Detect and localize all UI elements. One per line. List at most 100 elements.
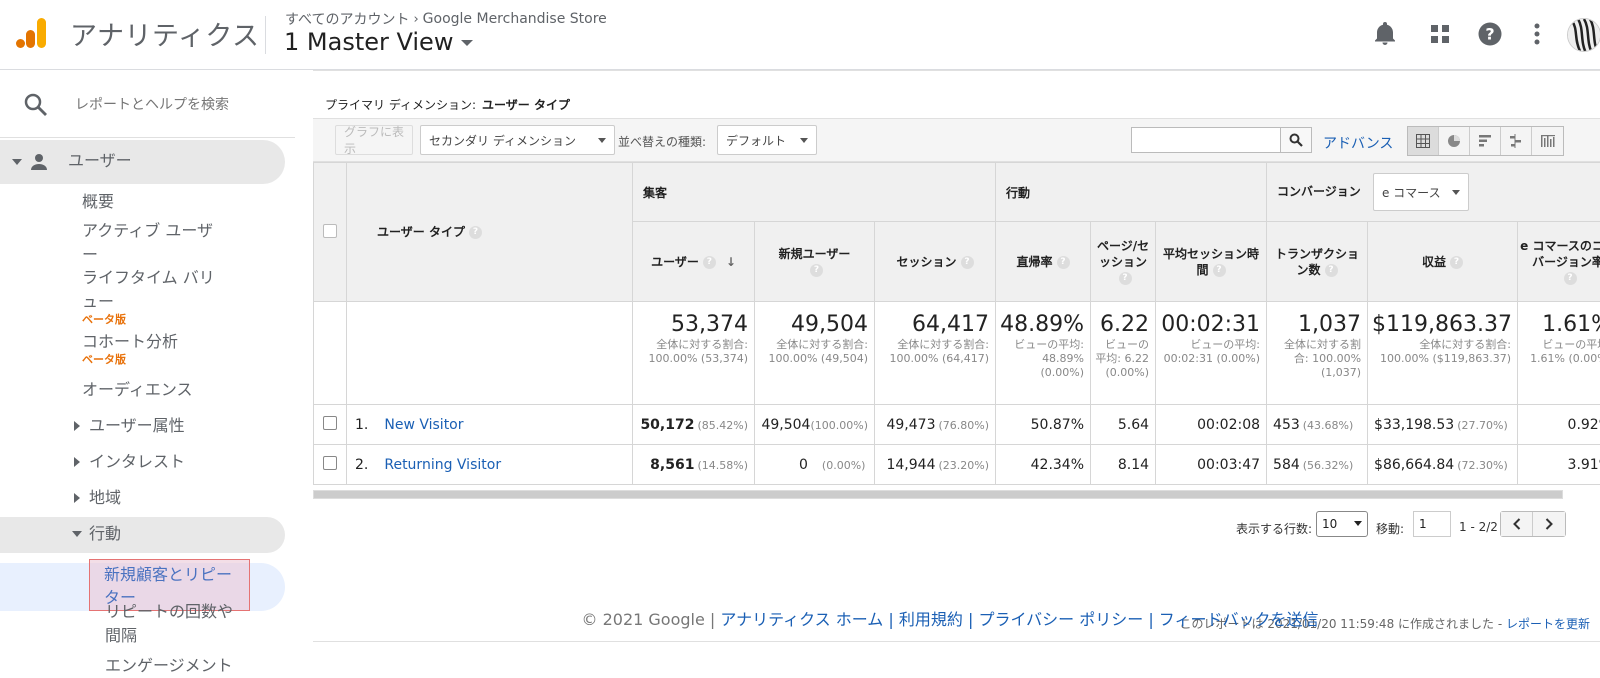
sidebar-item-frequency[interactable]: リピートの回数や間隔	[105, 600, 240, 648]
goto-label: 移動:	[1376, 520, 1404, 537]
total-sub: ビューの平均: 48.89% (0.00%)	[1000, 338, 1084, 380]
dimension-header-label: ユーザー タイプ	[377, 225, 465, 239]
total-users: 53,374全体に対する割合: 100.00% (53,374)	[633, 302, 755, 405]
page-range: 1 - 2/2	[1459, 520, 1498, 534]
help-icon[interactable]: ?	[1213, 264, 1226, 277]
sidebar-item-overview[interactable]: 概要	[82, 190, 222, 214]
sidebar-item-engagement[interactable]: エンゲージメント	[105, 654, 285, 678]
row-dimension-link[interactable]: New Visitor	[384, 417, 463, 433]
primary-dimension-value[interactable]: ユーザー タイプ	[482, 98, 570, 112]
total-value: $119,863.37	[1372, 312, 1511, 338]
footer-link-home[interactable]: アナリティクス ホーム	[720, 610, 883, 629]
svg-text:?: ?	[1485, 25, 1494, 44]
col-avg-session-duration[interactable]: 平均セッション時間?	[1156, 222, 1267, 302]
beta-badge: ベータ版	[82, 314, 217, 326]
plot-rows-button[interactable]: グラフに表示	[335, 125, 413, 155]
chevron-down-icon	[1354, 521, 1362, 526]
col-ecommerce-conversion-rate[interactable]: e コマースのコンバージョン率?	[1518, 222, 1600, 302]
breadcrumb[interactable]: すべてのアカウント › Google Merchandise Store	[285, 9, 607, 29]
triangle-down-icon	[72, 531, 82, 537]
help-icon[interactable]: ?	[810, 264, 823, 277]
col-transactions[interactable]: トランザクション数?	[1267, 222, 1368, 302]
term-cloud-icon[interactable]	[1532, 127, 1563, 155]
cell-pct: (43.68%)	[1303, 419, 1354, 432]
help-icon[interactable]: ?	[469, 226, 482, 239]
col-new-users[interactable]: 新規ユーザー?	[755, 222, 875, 302]
account-avatar[interactable]	[1567, 18, 1600, 52]
sidebar-item-active-users[interactable]: アクティブ ユーザー	[82, 219, 217, 267]
col-label: 新規ユーザー	[779, 247, 851, 261]
sidebar-search[interactable]: レポートとヘルプを検索	[0, 70, 295, 138]
row-checkbox[interactable]	[323, 456, 337, 470]
footer-link-terms[interactable]: 利用規約	[899, 610, 963, 629]
help-icon[interactable]: ?	[1325, 264, 1338, 277]
help-icon[interactable]: ?	[1119, 272, 1132, 285]
top-bar: アナリティクス すべてのアカウント › Google Merchandise S…	[0, 0, 1600, 70]
cell-pct: (27.70%)	[1457, 419, 1508, 432]
row-users: 50,172(85.42%)	[633, 405, 755, 445]
next-page-icon[interactable]	[1533, 512, 1565, 536]
prev-page-icon[interactable]	[1501, 512, 1533, 536]
cell-value: 14,944	[886, 457, 935, 473]
total-transactions: 1,037全体に対する割合: 100.00% (1,037)	[1267, 302, 1368, 405]
help-icon[interactable]: ?	[1450, 256, 1463, 269]
analytics-logo-icon[interactable]	[16, 16, 48, 50]
col-sessions[interactable]: セッション?	[875, 222, 996, 302]
caret-down-icon	[800, 138, 808, 143]
sidebar-item-interests[interactable]: インタレスト	[74, 450, 185, 474]
help-icon[interactable]: ?	[1057, 256, 1070, 269]
advanced-filter-link[interactable]: アドバンス	[1323, 133, 1393, 153]
footer-link-privacy[interactable]: プライバシー ポリシー	[978, 610, 1143, 629]
total-avg-session-duration: 00:02:31ビューの平均: 00:02:31 (0.00%)	[1156, 302, 1267, 405]
rows-per-page-select[interactable]: 10	[1316, 511, 1368, 537]
triangle-right-icon	[74, 421, 80, 431]
row-bounce-rate: 42.34%	[996, 445, 1091, 485]
apps-grid-icon[interactable]	[1426, 20, 1454, 48]
dimension-header[interactable]: ユーザー タイプ?	[347, 163, 633, 302]
breadcrumb-property[interactable]: Google Merchandise Store	[423, 11, 607, 27]
sort-type-dropdown[interactable]: デフォルト	[717, 125, 817, 155]
col-revenue[interactable]: 収益?	[1368, 222, 1518, 302]
col-users[interactable]: ユーザー?↓	[633, 222, 755, 302]
pie-chart-icon[interactable]	[1439, 127, 1470, 155]
secondary-dimension-dropdown[interactable]: セカンダリ ディメンション	[420, 125, 615, 155]
select-all-checkbox[interactable]	[323, 224, 337, 238]
search-icon[interactable]	[1280, 127, 1312, 153]
help-icon[interactable]: ?	[1564, 272, 1577, 285]
sidebar-item-cohort[interactable]: コホート分析 ベータ版	[82, 330, 222, 366]
footer-link-feedback[interactable]: フィードバックを送信	[1159, 610, 1319, 629]
sidebar-item-audience[interactable]: オーディエンス	[82, 378, 222, 402]
goto-page-input[interactable]: 1	[1413, 511, 1451, 537]
sidebar: レポートとヘルプを検索 ユーザー 概要 アクティブ ユーザー ライフタイム バリ…	[0, 70, 295, 675]
primary-dimension: プライマリ ディメンション:ユーザー タイプ	[325, 96, 570, 113]
row-index: 2.	[355, 457, 368, 473]
notifications-bell-icon[interactable]	[1371, 20, 1399, 48]
help-icon[interactable]: ?	[703, 256, 716, 269]
sidebar-item-behavior[interactable]: 行動	[72, 522, 121, 546]
group-conversion: コンバージョン e コマース	[1267, 163, 1600, 222]
sidebar-item-demographics[interactable]: ユーザー属性	[74, 414, 185, 438]
col-pages-per-session[interactable]: ページ/セッション?	[1091, 222, 1156, 302]
more-vert-icon[interactable]	[1523, 20, 1551, 48]
help-icon[interactable]: ?	[961, 256, 974, 269]
table-filter-input[interactable]	[1131, 127, 1281, 153]
conversion-type-dropdown[interactable]: e コマース	[1373, 173, 1469, 211]
breadcrumb-account[interactable]: すべてのアカウント	[285, 9, 409, 29]
table-view-icon[interactable]	[1408, 127, 1439, 155]
sidebar-item-label: インタレスト	[89, 452, 185, 471]
total-bounce-rate: 48.89%ビューの平均: 48.89% (0.00%)	[996, 302, 1091, 405]
performance-bar-icon[interactable]	[1470, 127, 1501, 155]
view-picker[interactable]: 1 Master View	[284, 28, 473, 56]
view-name: 1 Master View	[284, 28, 453, 56]
comparison-icon[interactable]	[1501, 127, 1532, 155]
row-dimension-link[interactable]: Returning Visitor	[384, 457, 501, 473]
total-sub: 全体に対する割合: 100.00% (49,504)	[759, 338, 868, 366]
help-icon[interactable]: ?	[1476, 20, 1504, 48]
col-bounce-rate[interactable]: 直帰率?	[996, 222, 1091, 302]
row-new-users: 49,504(100.00%)	[755, 405, 875, 445]
sidebar-item-geo[interactable]: 地域	[74, 486, 121, 510]
secondary-dimension-label: セカンダリ ディメンション	[429, 132, 576, 149]
sidebar-item-lifetime-value[interactable]: ライフタイム バリュー ベータ版	[82, 266, 217, 326]
row-checkbox[interactable]	[323, 416, 337, 430]
horizontal-scrollbar[interactable]	[313, 490, 1563, 499]
